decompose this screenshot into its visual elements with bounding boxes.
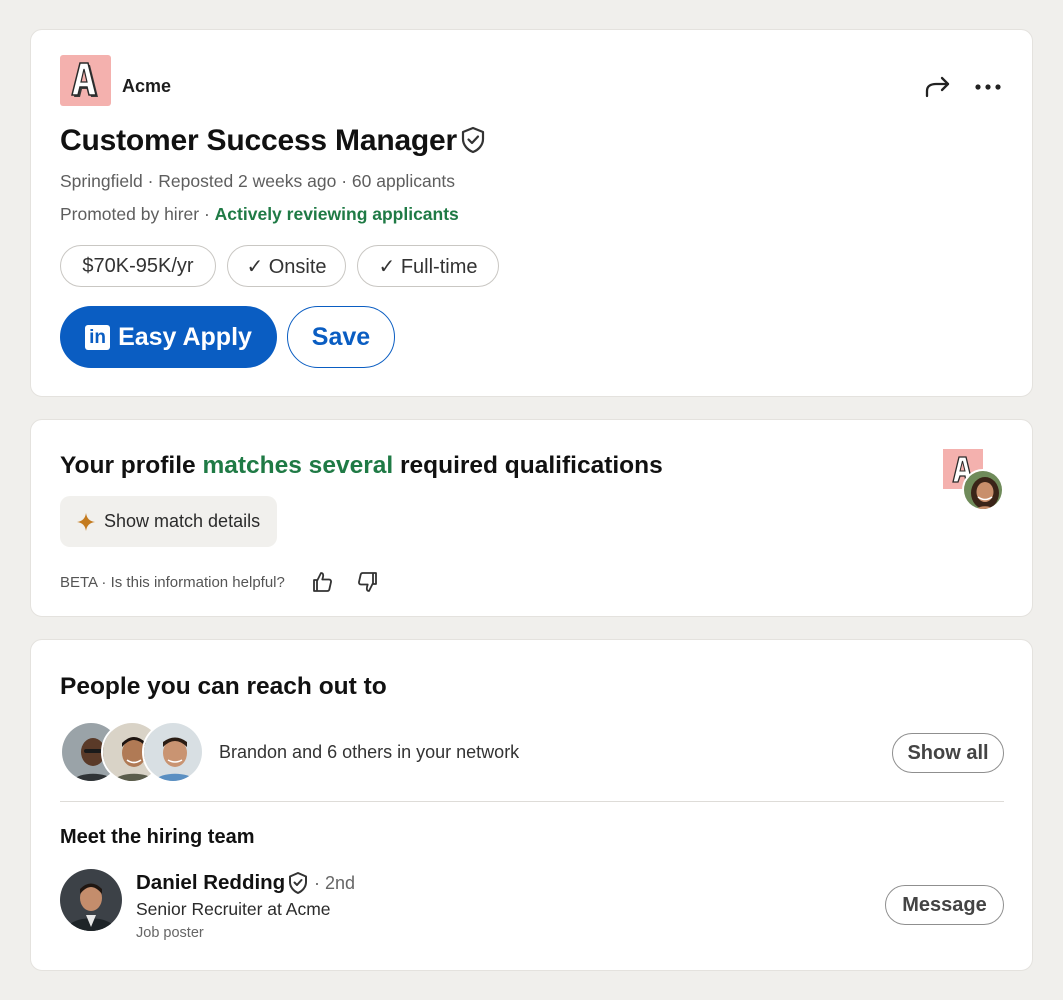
- feedback-prompt: BETA · Is this information helpful?: [60, 574, 285, 591]
- onsite-pill[interactable]: ✓ Onsite: [227, 245, 346, 287]
- recruiter-avatar[interactable]: [60, 869, 122, 931]
- job-title[interactable]: Customer Success Manager: [60, 124, 457, 158]
- fulltime-pill[interactable]: ✓ Full-time: [357, 245, 499, 287]
- easy-apply-button[interactable]: in Easy Apply: [60, 306, 277, 368]
- promo-line: Promoted by hirer · Actively reviewing a…: [60, 204, 459, 225]
- separator: ·: [101, 574, 111, 591]
- show-all-button[interactable]: Show all: [892, 733, 1004, 773]
- promoted-label: Promoted by hirer: [60, 204, 200, 224]
- sparkle-icon: [77, 512, 95, 531]
- helpful-question: Is this information helpful?: [110, 574, 285, 591]
- user-avatar: [962, 469, 1004, 511]
- connection-degree: · 2nd: [314, 873, 355, 894]
- recruiter-name[interactable]: Daniel Redding: [136, 871, 285, 895]
- job-location: Springfield: [60, 171, 143, 191]
- share-icon[interactable]: [921, 70, 955, 104]
- people-card: People you can reach out to Brandon and …: [30, 639, 1033, 971]
- divider: [60, 801, 1004, 802]
- match-title-pre: Your profile: [60, 452, 203, 479]
- job-header-card: Acme Customer Success Manager Springfiel…: [30, 29, 1033, 397]
- thumbs-down-icon[interactable]: [355, 569, 381, 595]
- company-name[interactable]: Acme: [122, 76, 171, 97]
- network-text[interactable]: Brandon and 6 others in your network: [219, 742, 519, 763]
- match-title-post: required qualifications: [393, 452, 663, 479]
- separator: ·: [203, 204, 215, 224]
- show-match-details-label: Show match details: [104, 511, 261, 531]
- show-match-details-button[interactable]: Show match details: [60, 496, 277, 547]
- connection-avatar[interactable]: [142, 721, 204, 783]
- people-title: People you can reach out to: [60, 673, 387, 700]
- more-icon[interactable]: [971, 70, 1005, 104]
- save-button[interactable]: Save: [287, 306, 395, 368]
- profile-match-card: Your profile matches several required qu…: [30, 419, 1033, 617]
- job-posted: Reposted 2 weeks ago: [158, 171, 337, 191]
- message-button[interactable]: Message: [885, 885, 1004, 925]
- match-title-highlight: matches several: [202, 452, 394, 479]
- job-meta: Springfield · Reposted 2 weeks ago · 60 …: [60, 171, 455, 192]
- separator: ·: [147, 171, 159, 191]
- verified-icon: [287, 871, 309, 895]
- beta-label: BETA: [60, 574, 98, 591]
- job-applicants: 60 applicants: [351, 171, 456, 191]
- thumbs-up-icon[interactable]: [309, 569, 335, 595]
- company-logo[interactable]: [60, 55, 111, 106]
- match-title: Your profile matches several required qu…: [60, 452, 663, 480]
- separator: ·: [341, 171, 352, 191]
- hiring-team-title: Meet the hiring team: [60, 826, 255, 848]
- salary-pill[interactable]: $70K-95K/yr: [60, 245, 216, 287]
- easy-apply-label: Easy Apply: [118, 322, 252, 351]
- linkedin-icon: in: [85, 324, 111, 350]
- degree-value: 2nd: [325, 873, 356, 893]
- verified-icon: [460, 126, 486, 154]
- recruiter-role: Senior Recruiter at Acme: [136, 899, 331, 919]
- separator: ·: [314, 873, 325, 893]
- hiring-status: Actively reviewing applicants: [214, 204, 459, 224]
- job-poster-tag: Job poster: [136, 925, 204, 941]
